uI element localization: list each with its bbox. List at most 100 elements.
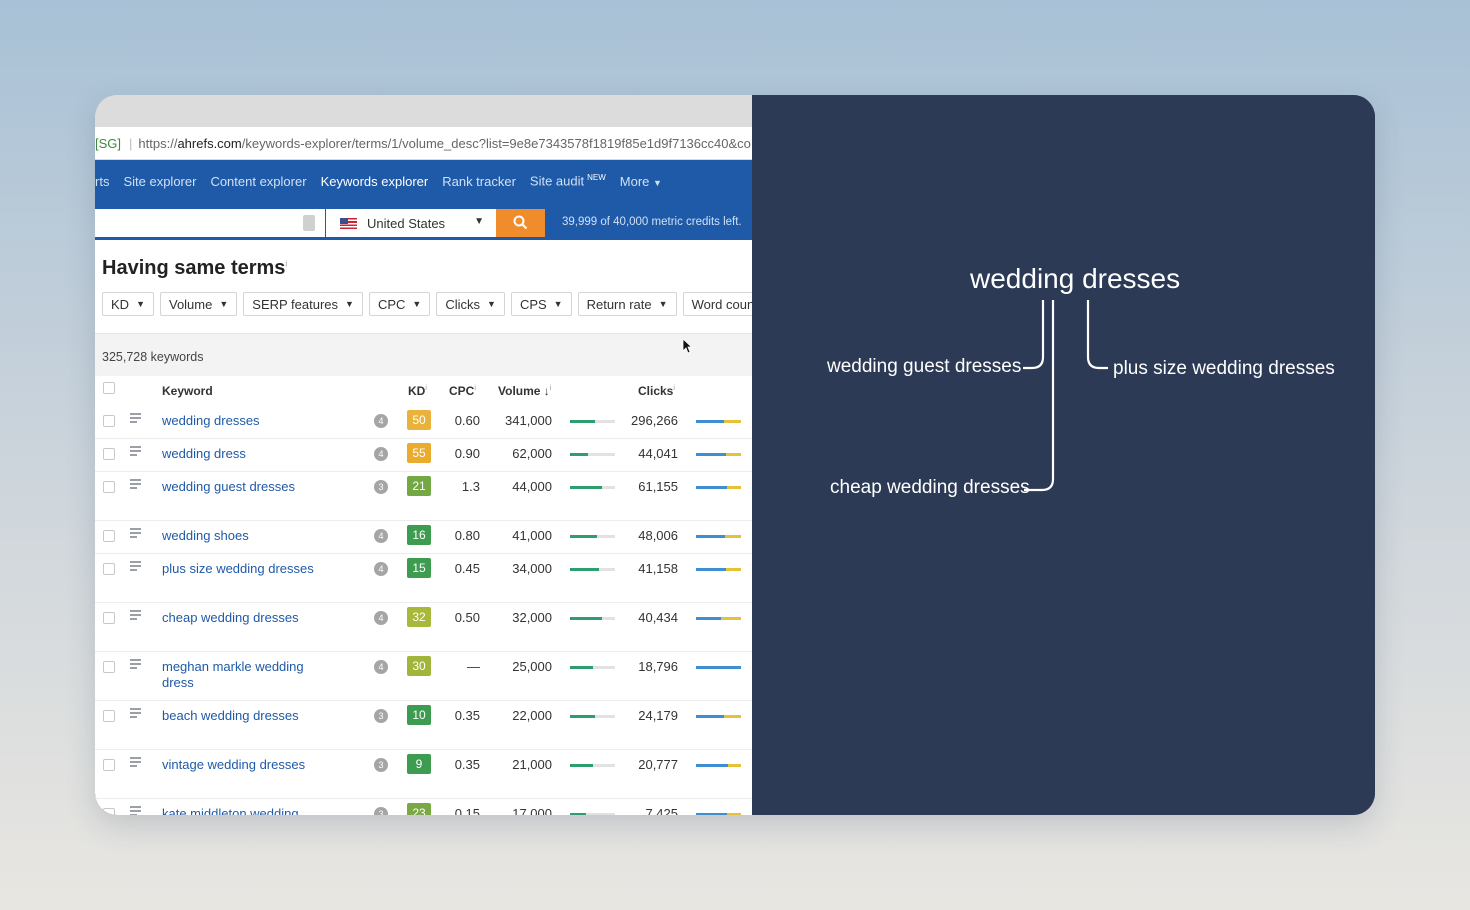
search-input[interactable] [95,209,325,237]
serp-features-badge[interactable]: 3 [374,480,388,494]
serp-features-badge[interactable]: 3 [374,709,388,723]
keyword-link[interactable]: plus size wedding dresses [162,561,322,577]
filter-label: CPC [377,296,406,312]
row-checkbox[interactable] [103,415,115,427]
screenshot-card: [SG] | https://ahrefs.com/keywords-explo… [95,95,1375,815]
filter-label: Return rate [586,296,652,312]
table-header: Keyword KDi CPCi Volume ↓i Clicksi [95,378,752,404]
row-checkbox[interactable] [103,661,115,673]
filter-bar: KD ▼ Volume ▼ SERP features ▼ CPC ▼ Clicks ▼ … [102,292,752,316]
serp-features-badge[interactable]: 4 [374,660,388,674]
kd-badge: 32 [407,607,431,627]
add-to-list-icon[interactable] [130,610,144,622]
filter-serp-features[interactable]: SERP features ▼ [243,292,363,316]
col-volume[interactable]: Volume ↓i [498,384,551,398]
serp-features-badge[interactable]: 4 [374,447,388,461]
col-keyword[interactable]: Keyword [162,384,213,398]
add-to-list-icon[interactable] [130,528,144,540]
filter-word-count[interactable]: Word count▼ [682,292,752,316]
address-bar[interactable]: [SG] | https://ahrefs.com/keywords-explo… [95,127,752,160]
nav-item-more[interactable]: More ▼ [620,174,662,189]
url-prefix: [SG] [95,135,122,151]
nav-item-rank-tracker[interactable]: Rank tracker [442,174,516,189]
select-all-checkbox[interactable] [103,382,115,394]
add-to-list-icon[interactable] [130,708,144,720]
keyword-link[interactable]: meghan markle wedding dress [162,659,322,691]
keyword-link[interactable]: cheap wedding dresses [162,610,322,626]
keyword-link[interactable]: wedding shoes [162,528,322,544]
nav-item-site-explorer[interactable]: Site explorer [123,174,196,189]
serp-features-badge[interactable]: 4 [374,562,388,576]
cpc-value: — [467,659,480,674]
clicks-value: 7,425 [645,806,678,815]
row-checkbox[interactable] [103,612,115,624]
volume-trend-bar [570,420,615,423]
serp-features-badge[interactable]: 4 [374,529,388,543]
col-volume-label: Volume [498,384,541,398]
serp-features-badge[interactable]: 3 [374,807,388,815]
volume-value: 25,000 [512,659,552,674]
row-checkbox[interactable] [103,710,115,722]
info-icon: i [474,385,476,392]
nav-item-content-explorer[interactable]: Content explorer [210,174,306,189]
row-checkbox[interactable] [103,530,115,542]
diagram-term-right: plus size wedding dresses [1113,358,1335,379]
add-to-list-icon[interactable] [130,413,144,425]
section-title-text: Having same terms [102,257,286,279]
filter-label: SERP features [252,296,339,312]
volume-trend-bar [570,813,615,815]
volume-value: 17,000 [512,806,552,815]
table-row: vintage wedding dresses 3 9 0.35 21,000 20,77… [95,749,752,799]
filter-cpc[interactable]: CPC ▼ [368,292,431,316]
row-checkbox[interactable] [103,563,115,575]
clicks-split-bar [696,666,741,669]
upload-icon[interactable] [303,215,315,231]
country-select[interactable]: United States ▼ [326,209,496,237]
nav-item-site-audit[interactable]: Site audit NEW [530,173,606,188]
serp-features-badge[interactable]: 4 [374,414,388,428]
filter-cps[interactable]: CPS ▼ [510,292,572,316]
col-kd[interactable]: KDi [408,384,427,398]
new-badge: NEW [587,173,606,183]
table-row: kate middleton wedding dress 3 23 0.15 17,00… [95,798,752,815]
filter-clicks[interactable]: Clicks ▼ [436,292,505,316]
row-checkbox[interactable] [103,481,115,493]
add-to-list-icon[interactable] [130,659,144,671]
search-button[interactable] [496,209,545,237]
credits-text: 39,999 of 40,000 metric credits left. [562,216,742,228]
chevron-down-icon: ▼ [136,299,145,309]
row-checkbox[interactable] [103,759,115,771]
keyword-link[interactable]: kate middleton wedding dress [162,806,322,815]
info-icon[interactable]: i [285,259,287,268]
add-to-list-icon[interactable] [130,561,144,573]
filter-kd[interactable]: KD ▼ [102,292,154,316]
url-separator: | [129,135,133,151]
keyword-link[interactable]: beach wedding dresses [162,708,322,724]
clicks-value: 18,796 [638,659,678,674]
filter-return-rate[interactable]: Return rate ▼ [577,292,677,316]
col-clicks[interactable]: Clicksi [638,384,675,398]
add-to-list-icon[interactable] [130,806,144,815]
keyword-link[interactable]: wedding dress [162,446,322,462]
serp-features-badge[interactable]: 3 [374,758,388,772]
table-row: beach wedding dresses 3 10 0.35 22,000 24,179 [95,700,752,750]
add-to-list-icon[interactable] [130,479,144,491]
url-path: /keywords-explorer/terms/1/volume_desc?l… [241,135,751,151]
row-checkbox[interactable] [103,448,115,460]
chevron-down-icon: ▼ [653,177,662,188]
add-to-list-icon[interactable] [130,446,144,458]
nav-item-keywords-explorer[interactable]: Keywords explorer [321,174,429,189]
filter-volume[interactable]: Volume ▼ [159,292,238,316]
add-to-list-icon[interactable] [130,757,144,769]
clicks-value: 41,158 [638,561,678,576]
keyword-link[interactable]: wedding dresses [162,413,322,429]
more-label: More [619,173,650,189]
serp-features-badge[interactable]: 4 [374,611,388,625]
col-cpc[interactable]: CPCi [449,384,476,398]
volume-value: 341,000 [505,413,552,428]
keyword-link[interactable]: vintage wedding dresses [162,757,322,773]
keyword-link[interactable]: wedding guest dresses [162,479,322,495]
chevron-down-icon: ▼ [412,299,422,309]
nav-item-partial[interactable]: rts [95,174,109,189]
row-checkbox[interactable] [103,808,115,815]
